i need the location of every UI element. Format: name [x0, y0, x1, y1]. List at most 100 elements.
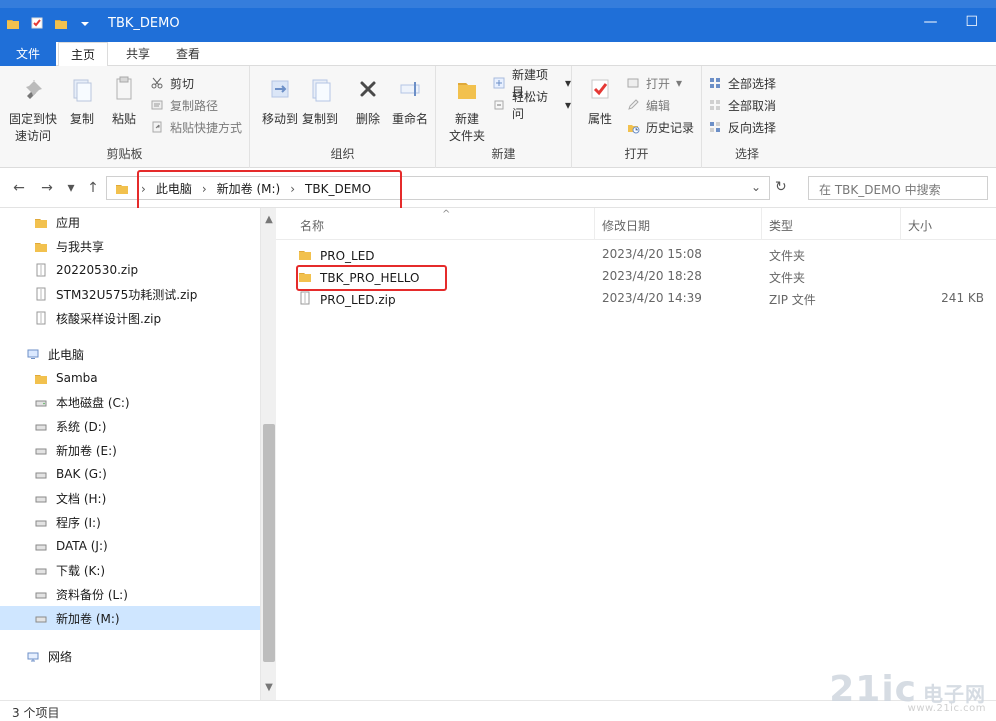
copy-path-button[interactable]: 复制路径 [150, 96, 218, 114]
file-date: 2023/4/20 14:39 [602, 291, 702, 305]
new-folder-button[interactable]: 新建 文件夹 [442, 74, 492, 144]
nav-item-zip-stm32[interactable]: STM32U575功耗测试.zip [0, 282, 260, 306]
file-type: 文件夹 [769, 269, 805, 286]
search-box[interactable]: 在 TBK_DEMO 中搜索 [808, 176, 988, 200]
breadcrumb-separator: › [141, 182, 146, 196]
new-item-dropdown-icon[interactable]: ▾ [565, 76, 571, 90]
nav-item-drive-j[interactable]: DATA (J:) [0, 534, 260, 558]
up-button[interactable]: ↑ [84, 179, 102, 197]
scroll-down-icon[interactable]: ▼ [263, 682, 275, 694]
tab-view[interactable]: 查看 [164, 42, 212, 66]
breadcrumb-item-drive[interactable]: 新加卷 (M:) [217, 180, 281, 197]
nav-item-this-pc[interactable]: 此电脑 [0, 342, 260, 366]
copy-path-icon [150, 98, 164, 112]
navigation-scrollbar[interactable]: ▲ ▼ [260, 208, 276, 700]
select-none-button[interactable]: 全部取消 [708, 96, 776, 114]
refresh-button[interactable]: ↻ [775, 179, 793, 197]
column-name[interactable]: 名称 [300, 217, 324, 234]
invert-selection-button[interactable]: 反向选择 [708, 118, 776, 136]
select-none-icon [708, 98, 722, 112]
address-history-dropdown-icon[interactable]: ⌄ [751, 180, 761, 194]
select-none-label: 全部取消 [728, 97, 776, 114]
file-type: ZIP 文件 [769, 291, 816, 308]
column-date[interactable]: 修改日期 [602, 217, 650, 234]
nav-item-drive-c[interactable]: 本地磁盘 (C:) [0, 390, 260, 414]
edit-button[interactable]: 编辑 [626, 96, 670, 114]
paste-shortcut-label: 粘贴快捷方式 [170, 119, 242, 136]
tab-file[interactable]: 文件 [0, 42, 56, 66]
file-row-tbk-pro-hello[interactable]: TBK_PRO_HELLO 2023/4/20 18:28 文件夹 [276, 265, 996, 287]
nav-item-zip-20220530[interactable]: 20220530.zip [0, 258, 260, 282]
breadcrumb-item-folder[interactable]: TBK_DEMO [305, 182, 371, 196]
rename-button[interactable]: 重命名 [384, 74, 436, 127]
recent-dropdown-button[interactable]: ▾ [62, 179, 80, 197]
properties-button[interactable]: 属性 [578, 74, 622, 127]
paste-shortcut-button[interactable]: 粘贴快捷方式 [150, 118, 242, 136]
nav-item-network[interactable]: 网络 [0, 644, 260, 668]
folder-icon [298, 269, 312, 286]
minimize-button[interactable]: — [923, 14, 937, 30]
properties-check-icon[interactable] [30, 16, 44, 30]
drive-icon [34, 515, 48, 529]
file-name: PRO_LED.zip [320, 293, 396, 307]
nav-item-drive-h[interactable]: 文档 (H:) [0, 486, 260, 510]
qa-customize-icon[interactable] [78, 16, 92, 30]
file-row-pro-led[interactable]: PRO_LED 2023/4/20 15:08 文件夹 [276, 243, 996, 265]
nav-item-apps[interactable]: 应用 [0, 210, 260, 234]
copy-button[interactable]: 复制 [62, 74, 102, 127]
cut-button[interactable]: 剪切 [150, 74, 194, 92]
nav-item-label: 与我共享 [56, 238, 104, 255]
tab-home[interactable]: 主页 [58, 42, 108, 66]
nav-item-drive-i[interactable]: 程序 (I:) [0, 510, 260, 534]
open-button[interactable]: 打开 ▾ [626, 74, 682, 92]
column-separator[interactable] [900, 208, 901, 240]
easy-access-dropdown-icon[interactable]: ▾ [565, 98, 571, 112]
folder-icon [34, 371, 48, 385]
file-row-pro-led-zip[interactable]: PRO_LED.zip 2023/4/20 14:39 ZIP 文件 241 K… [276, 287, 996, 309]
nav-item-drive-k[interactable]: 下载 (K:) [0, 558, 260, 582]
paste-label: 粘贴 [102, 110, 146, 127]
scroll-up-icon[interactable]: ▲ [263, 214, 275, 226]
folder-icon [34, 215, 48, 229]
maximize-button[interactable]: ☐ [965, 14, 978, 30]
nav-item-drive-l[interactable]: 资料备份 (L:) [0, 582, 260, 606]
nav-item-label: 应用 [56, 214, 80, 231]
title-bar: TBK_DEMO — ☐ [0, 0, 996, 42]
nav-item-drive-d[interactable]: 系统 (D:) [0, 414, 260, 438]
tab-share[interactable]: 共享 [114, 42, 162, 66]
column-type[interactable]: 类型 [769, 217, 793, 234]
history-button[interactable]: 历史记录 [626, 118, 694, 136]
select-all-button[interactable]: 全部选择 [708, 74, 776, 92]
properties-label: 属性 [578, 110, 622, 127]
address-bar[interactable]: › 此电脑 › 新加卷 (M:) › TBK_DEMO ⌄ [106, 176, 770, 200]
easy-access-button[interactable]: 轻松访问 ▾ [492, 96, 571, 114]
new-folder-icon[interactable] [54, 16, 68, 30]
copy-to-button[interactable]: 复制到 [296, 74, 344, 127]
new-item-icon [492, 76, 506, 90]
breadcrumb-item-this-pc[interactable]: 此电脑 [156, 180, 192, 197]
paste-shortcut-icon [150, 120, 164, 134]
scroll-thumb[interactable] [263, 424, 275, 662]
quick-access-toolbar [6, 16, 92, 30]
paste-button[interactable]: 粘贴 [102, 74, 146, 127]
open-dropdown-icon[interactable]: ▾ [676, 76, 682, 90]
nav-item-samba[interactable]: Samba [0, 366, 260, 390]
column-separator[interactable] [761, 208, 762, 240]
navigation-pane: 应用 与我共享 20220530.zip STM32U575功耗测试.zip 核… [0, 208, 260, 700]
nav-item-shared-with-me[interactable]: 与我共享 [0, 234, 260, 258]
forward-button[interactable]: → [38, 179, 56, 197]
column-size[interactable]: 大小 [908, 217, 932, 234]
folder-icon[interactable] [6, 16, 20, 30]
back-button[interactable]: ← [10, 179, 28, 197]
nav-item-drive-g[interactable]: BAK (G:) [0, 462, 260, 486]
nav-item-zip-design[interactable]: 核酸采样设计图.zip [0, 306, 260, 330]
invert-selection-icon [708, 120, 722, 134]
nav-item-drive-m[interactable]: 新加卷 (M:) [0, 606, 260, 630]
nav-item-label: STM32U575功耗测试.zip [56, 286, 197, 303]
column-separator[interactable] [594, 208, 595, 240]
nav-item-drive-e[interactable]: 新加卷 (E:) [0, 438, 260, 462]
pin-to-quick-access-button[interactable]: 固定到快 速访问 [6, 74, 60, 144]
file-name-cell: TBK_PRO_HELLO [298, 269, 419, 286]
scissors-icon [150, 76, 164, 90]
history-icon [626, 120, 640, 134]
